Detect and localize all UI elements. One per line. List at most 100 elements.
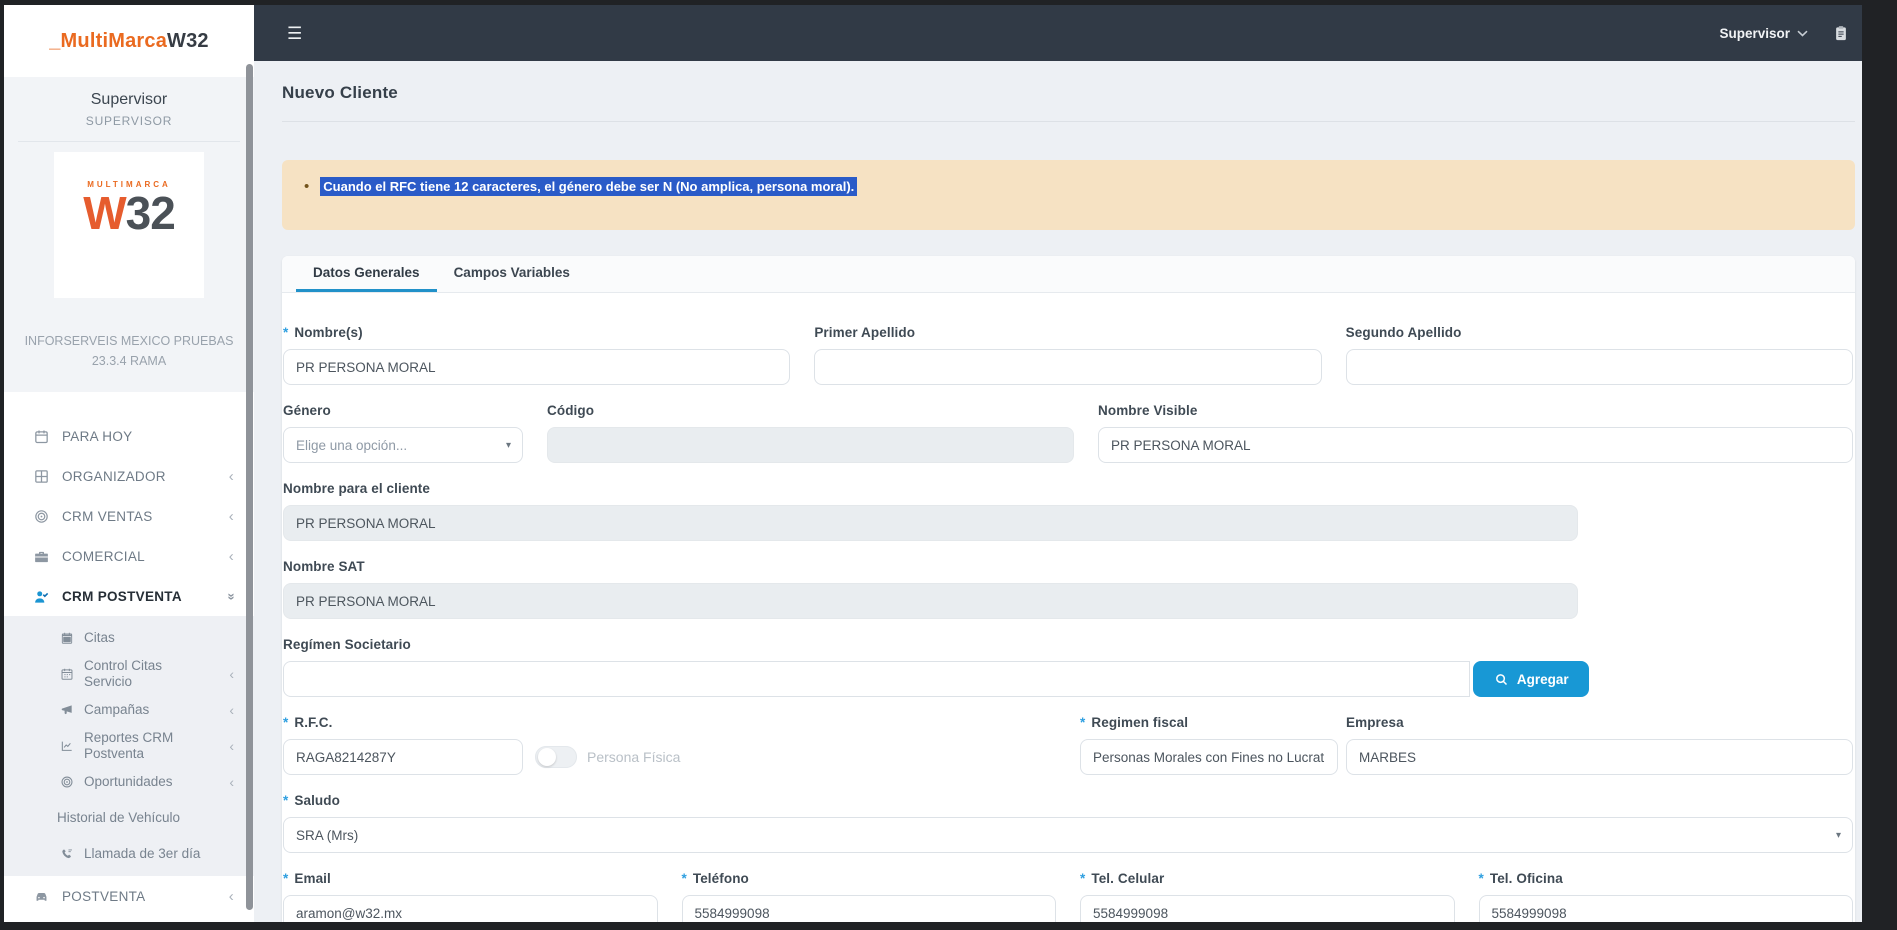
bullseye-icon bbox=[33, 508, 50, 525]
empresa-input[interactable] bbox=[1346, 739, 1853, 775]
agregar-button-label: Agregar bbox=[1517, 672, 1569, 687]
user-role: SUPERVISOR bbox=[4, 114, 254, 128]
telefono-input[interactable] bbox=[682, 895, 1057, 922]
submenu-item-reportes-crm-postventa[interactable]: Reportes CRM Postventa ‹ bbox=[4, 728, 254, 764]
sidebar-item-label: POSTVENTA bbox=[62, 889, 145, 904]
field-label: Tel. Oficina bbox=[1490, 871, 1563, 886]
chevron-left-icon: ‹ bbox=[229, 509, 234, 524]
sidebar-item-crm-ventas[interactable]: CRM VENTAS ‹ bbox=[4, 496, 254, 536]
submenu-item-citas[interactable]: Citas bbox=[4, 620, 254, 656]
chevron-left-icon: ‹ bbox=[229, 889, 234, 904]
tel-oficina-input[interactable] bbox=[1479, 895, 1854, 922]
calendar-icon bbox=[33, 428, 50, 445]
field-label: R.F.C. bbox=[294, 715, 332, 730]
chevron-double-down-icon: « bbox=[226, 589, 234, 604]
tab-campos-variables[interactable]: Campos Variables bbox=[437, 256, 587, 292]
chevron-left-icon: ‹ bbox=[229, 666, 234, 682]
field-label: Nombre para el cliente bbox=[283, 479, 1853, 499]
field-label: Saludo bbox=[294, 793, 340, 808]
required-asterisk: * bbox=[283, 715, 288, 730]
nombre-para-cliente-input bbox=[283, 505, 1578, 541]
agregar-button[interactable]: Agregar bbox=[1473, 661, 1589, 697]
field-label: Regimen fiscal bbox=[1091, 715, 1188, 730]
field-label: Teléfono bbox=[693, 871, 749, 886]
field-label: Regímen Societario bbox=[283, 635, 1853, 655]
required-asterisk: * bbox=[682, 871, 687, 886]
clipboard-icon[interactable] bbox=[1832, 24, 1850, 42]
brand-prefix: _MultiMarca bbox=[49, 30, 167, 53]
main-content: Nuevo Cliente • Cuando el RFC tiene 12 c… bbox=[254, 61, 1862, 922]
nombre-visible-input[interactable] bbox=[1098, 427, 1853, 463]
email-input[interactable] bbox=[283, 895, 658, 922]
field-label: Código bbox=[547, 401, 1074, 421]
chart-line-icon bbox=[60, 739, 74, 753]
tel-celular-input[interactable] bbox=[1080, 895, 1455, 922]
dealer-logo-number: 32 bbox=[126, 187, 175, 239]
sidebar-item-label: ORGANIZADOR bbox=[62, 469, 166, 484]
persona-fisica-toggle[interactable] bbox=[535, 746, 577, 768]
sidebar-item-postventa[interactable]: POSTVENTA ‹ bbox=[4, 876, 254, 916]
chevron-left-icon: ‹ bbox=[229, 702, 234, 718]
bullseye-icon bbox=[60, 775, 74, 789]
user-check-icon bbox=[33, 588, 50, 605]
grid-icon bbox=[33, 468, 50, 485]
content-column: ☰ Supervisor Nuevo Cliente • Cuando el R… bbox=[254, 5, 1862, 922]
sidebar-item-organizador[interactable]: ORGANIZADOR ‹ bbox=[4, 456, 254, 496]
brand-suffix: W32 bbox=[167, 30, 209, 53]
submenu-item-control-citas-servicio[interactable]: Control Citas Servicio ‹ bbox=[4, 656, 254, 692]
regimen-societario-input[interactable] bbox=[283, 661, 1470, 697]
field-label: Segundo Apellido bbox=[1346, 323, 1853, 343]
user-name: Supervisor bbox=[4, 91, 254, 109]
field-label: Nombre(s) bbox=[294, 325, 362, 340]
sidebar-menu: PARA HOY ORGANIZADOR ‹ CRM VENTAS ‹ COME… bbox=[4, 392, 254, 916]
required-asterisk: * bbox=[283, 793, 288, 808]
validation-alert: • Cuando el RFC tiene 12 caracteres, el … bbox=[282, 160, 1855, 230]
submenu-item-historial-de-vehiculo[interactable]: Historial de Vehículo bbox=[4, 800, 254, 836]
submenu-item-label: Control Citas Servicio bbox=[84, 658, 206, 690]
alert-text: Cuando el RFC tiene 12 caracteres, el gé… bbox=[320, 177, 857, 196]
sidebar-scrollbar[interactable] bbox=[246, 64, 253, 910]
nombre-sat-input bbox=[283, 583, 1578, 619]
chevron-down-icon bbox=[1797, 30, 1808, 37]
required-asterisk: * bbox=[283, 325, 288, 340]
submenu-item-llamada-3er-dia[interactable]: Llamada de 3er día bbox=[4, 836, 254, 872]
required-asterisk: * bbox=[1479, 871, 1484, 886]
required-asterisk: * bbox=[283, 871, 288, 886]
field-label: Email bbox=[294, 871, 331, 886]
field-label: Nombre SAT bbox=[283, 557, 1853, 577]
submenu-item-label: Campañas bbox=[84, 702, 149, 718]
primer-apellido-input[interactable] bbox=[814, 349, 1321, 385]
sidebar-item-label: CRM VENTAS bbox=[62, 509, 153, 524]
dealer-logo-w: W bbox=[83, 187, 125, 239]
user-menu[interactable]: Supervisor bbox=[1719, 26, 1808, 41]
calendar-grid-icon bbox=[60, 667, 74, 681]
genero-select[interactable]: Elige una opción... ▾ bbox=[283, 427, 523, 463]
submenu-item-label: Reportes CRM Postventa bbox=[84, 730, 206, 762]
submenu-item-campanas[interactable]: Campañas ‹ bbox=[4, 692, 254, 728]
hamburger-menu-icon[interactable]: ☰ bbox=[287, 25, 302, 42]
sidebar-item-comercial[interactable]: COMERCIAL ‹ bbox=[4, 536, 254, 576]
submenu-item-label: Citas bbox=[84, 630, 115, 646]
app-logo[interactable]: _MultiMarcaW32 bbox=[4, 5, 254, 77]
dealer-logo: MULTIMARCA W32 bbox=[54, 152, 204, 298]
sidebar-item-para-hoy[interactable]: PARA HOY bbox=[4, 416, 254, 456]
submenu-item-oportunidades[interactable]: Oportunidades ‹ bbox=[4, 764, 254, 800]
sidebar-item-crm-postventa[interactable]: CRM POSTVENTA « bbox=[4, 576, 254, 616]
bullet-icon: • bbox=[304, 177, 309, 196]
search-icon bbox=[1494, 672, 1509, 687]
divider bbox=[18, 141, 240, 142]
tab-datos-generales[interactable]: Datos Generales bbox=[296, 256, 437, 292]
submenu-item-label: Historial de Vehículo bbox=[57, 810, 180, 826]
field-label: Tel. Celular bbox=[1091, 871, 1164, 886]
saludo-select[interactable]: SRA (Mrs) ▾ bbox=[283, 817, 1853, 853]
persona-fisica-label: Persona Física bbox=[587, 749, 680, 765]
nombre-input[interactable] bbox=[283, 349, 790, 385]
rfc-input[interactable] bbox=[283, 739, 523, 775]
tab-bar: Datos Generales Campos Variables bbox=[282, 256, 1855, 293]
segundo-apellido-input[interactable] bbox=[1346, 349, 1853, 385]
chevron-left-icon: ‹ bbox=[229, 469, 234, 484]
submenu-item-label: Llamada de 3er día bbox=[84, 846, 200, 862]
caret-down-icon: ▾ bbox=[1836, 830, 1841, 841]
regimen-fiscal-input[interactable] bbox=[1080, 739, 1338, 775]
chevron-left-icon: ‹ bbox=[229, 738, 234, 754]
